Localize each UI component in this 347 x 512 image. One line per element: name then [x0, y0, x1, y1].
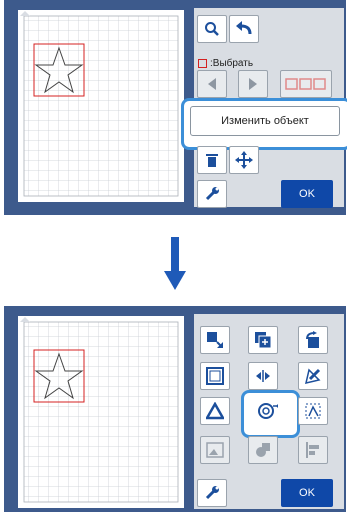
duplicate-icon	[255, 332, 272, 349]
cutting-mat	[18, 316, 184, 508]
mirror-icon	[256, 370, 270, 382]
wrench-icon	[205, 486, 219, 500]
triangle-icon	[206, 402, 224, 420]
select-all-icon	[285, 78, 326, 90]
outline-icon	[206, 367, 224, 385]
ok-label: OK	[299, 487, 315, 499]
align-icon	[306, 442, 319, 458]
magnifier-icon	[205, 22, 219, 36]
outline-button[interactable]	[200, 362, 230, 390]
ok-button[interactable]: OK	[281, 479, 333, 507]
delete-button[interactable]	[197, 146, 227, 174]
edit-object-label: Изменить объект	[221, 115, 309, 127]
prev-button[interactable]	[197, 70, 227, 98]
resize-button[interactable]	[200, 326, 230, 354]
image-icon	[206, 442, 224, 458]
align-button[interactable]	[298, 436, 328, 464]
select-label: :Выбрать	[210, 58, 254, 69]
magnifier-button[interactable]	[197, 15, 227, 43]
ok-button[interactable]: OK	[281, 180, 333, 208]
rotate-icon	[306, 331, 319, 348]
weld-button[interactable]	[248, 436, 278, 464]
move-icon	[235, 151, 253, 169]
select-legend-swatch	[198, 59, 207, 68]
delete-icon	[206, 154, 218, 167]
arrow-down-icon	[164, 237, 186, 290]
duplicate-button[interactable]	[248, 326, 278, 354]
mat-top-marker	[20, 317, 30, 322]
resize-icon	[207, 332, 223, 348]
rotate-button[interactable]	[298, 326, 328, 354]
mat-grid	[23, 15, 179, 197]
ok-label: OK	[299, 188, 315, 200]
settings-button[interactable]	[197, 180, 227, 208]
undo-button[interactable]	[229, 15, 259, 43]
prev-icon	[208, 78, 216, 90]
select-legend: :Выбрать	[198, 58, 253, 69]
next-button[interactable]	[238, 70, 268, 98]
mirror-button[interactable]	[248, 362, 278, 390]
crop-icon	[305, 403, 321, 419]
edit-pen-icon	[304, 368, 321, 385]
wrench-icon	[205, 187, 219, 201]
settings-button[interactable]	[197, 479, 227, 507]
next-icon	[249, 78, 257, 90]
edit-object-button[interactable]: Изменить объект	[190, 106, 340, 136]
move-button[interactable]	[229, 146, 259, 174]
triangle-button[interactable]	[200, 397, 230, 425]
weld-icon	[256, 443, 270, 457]
mat-grid	[23, 321, 179, 503]
edit-pen-button[interactable]	[298, 362, 328, 390]
undo-icon	[236, 21, 252, 35]
crop-button[interactable]	[298, 397, 328, 425]
outline-offset-button[interactable]	[253, 397, 283, 425]
image-button[interactable]	[200, 436, 230, 464]
mat-top-marker	[20, 11, 30, 16]
select-all-button[interactable]	[280, 70, 332, 98]
outline-offset-icon	[258, 403, 278, 419]
cutting-mat	[18, 10, 184, 202]
